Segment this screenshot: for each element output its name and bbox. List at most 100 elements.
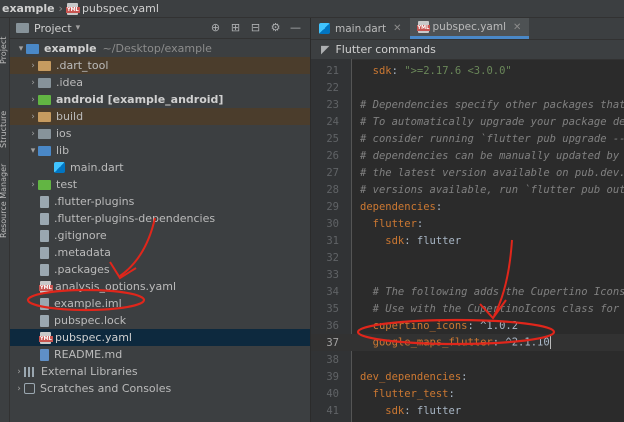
code-text: # the latest version available on pub.de… — [360, 166, 624, 179]
code-line[interactable]: 31 sdk: flutter — [311, 232, 624, 249]
code-line[interactable]: 34 # The following adds the Cupertino Ic… — [311, 283, 624, 300]
chevron-right-icon[interactable]: › — [28, 180, 38, 190]
code-line[interactable]: 30 flutter: — [311, 215, 624, 232]
tree-item-main-dart[interactable]: main.dart — [10, 159, 310, 176]
tree-item-root[interactable]: ▾ example ~/Desktop/example — [10, 40, 310, 57]
folder-icon — [38, 128, 51, 139]
tree-item-label: README.md — [54, 348, 123, 361]
yaml-file-icon — [39, 331, 53, 344]
hide-icon[interactable]: — — [289, 21, 302, 34]
project-panel-header: Project ▾ ⊕ ⊞ ⊟ ⚙ — — [10, 18, 310, 39]
close-icon[interactable]: ✕ — [393, 23, 401, 34]
tree-item-label: Scratches and Consoles — [40, 382, 172, 395]
chevron-right-icon[interactable]: › — [28, 129, 38, 139]
text-caret — [549, 336, 551, 349]
tree-item-flutter-plugins-dependencies[interactable]: .flutter-plugins-dependencies — [10, 210, 310, 227]
collapse-all-icon[interactable]: ⊟ — [249, 21, 262, 34]
file-icon — [40, 195, 49, 208]
tool-tab-resource-manager[interactable]: Resource Manager — [0, 153, 10, 238]
tab-pubspec-yaml[interactable]: pubspec.yaml ✕ — [409, 18, 530, 39]
code-line[interactable]: 24 # To automatically upgrade your packag… — [311, 113, 624, 130]
code-line[interactable]: 22 — [311, 79, 624, 96]
code-line[interactable]: 39 dev_dependencies: — [311, 368, 624, 385]
code-line[interactable]: 40 flutter_test: — [311, 385, 624, 402]
tree-item-android[interactable]: › android [example_android] — [10, 91, 310, 108]
tree-item-label: External Libraries — [41, 365, 138, 378]
tool-tab-project[interactable]: Project — [0, 22, 10, 64]
project-panel-title: Project — [34, 21, 72, 35]
breadcrumb-project[interactable]: example — [2, 2, 55, 15]
tree-item-label: pubspec.yaml — [55, 331, 132, 344]
code-line[interactable]: 32 — [311, 249, 624, 266]
tree-item-pubspec-yaml[interactable]: pubspec.yaml — [10, 329, 310, 346]
tab-main-dart[interactable]: main.dart ✕ — [311, 18, 410, 39]
chevron-down-icon[interactable]: ▾ — [16, 44, 26, 54]
close-icon[interactable]: ✕ — [513, 22, 521, 33]
tool-tab-structure[interactable]: Structure — [0, 98, 10, 148]
code-line[interactable]: 23 # Dependencies specify other packages … — [311, 96, 624, 113]
code-line[interactable]: 26 # dependencies can be manually updated… — [311, 147, 624, 164]
tree-item-packages[interactable]: .packages — [10, 261, 310, 278]
tree-item-lib[interactable]: ▾ lib — [10, 142, 310, 159]
tree-item-label: .packages — [54, 263, 110, 276]
code-line[interactable]: 29 dependencies: — [311, 198, 624, 215]
folder-icon — [38, 179, 51, 190]
code-line[interactable]: 37 google_maps_flutter: ^2.1.10 — [311, 334, 624, 351]
folder-icon — [38, 60, 51, 71]
chevron-right-icon[interactable]: › — [14, 367, 24, 377]
line-number: 24 — [326, 115, 339, 128]
chevron-right-icon[interactable]: › — [28, 95, 38, 105]
code-line[interactable]: 38 — [311, 351, 624, 368]
tree-item-gitignore[interactable]: .gitignore — [10, 227, 310, 244]
gear-icon[interactable]: ⚙ — [269, 21, 282, 34]
tree-item-dart-tool[interactable]: › .dart_tool — [10, 57, 310, 74]
tree-item-idea[interactable]: › .idea — [10, 74, 310, 91]
expand-all-icon[interactable]: ⊞ — [229, 21, 242, 34]
locate-icon[interactable]: ⊕ — [209, 21, 222, 34]
tree-item-pubspec-lock[interactable]: pubspec.lock — [10, 312, 310, 329]
line-number: 22 — [326, 81, 339, 94]
file-icon — [40, 263, 49, 276]
tree-item-readme[interactable]: README.md — [10, 346, 310, 363]
tree-item-scratches[interactable]: › Scratches and Consoles — [10, 380, 310, 397]
chevron-right-icon[interactable]: › — [28, 61, 38, 71]
tree-item-external-libraries[interactable]: › External Libraries — [10, 363, 310, 380]
tree-item-analysis-options[interactable]: analysis_options.yaml — [10, 278, 310, 295]
tree-item-label: example.iml — [54, 297, 122, 310]
chevron-right-icon[interactable]: › — [14, 384, 24, 394]
chevron-right-icon[interactable]: › — [28, 112, 38, 122]
flutter-module-icon — [26, 43, 39, 54]
line-number: 26 — [326, 149, 339, 162]
flutter-commands-bar[interactable]: ◤ Flutter commands — [311, 40, 624, 60]
tree-item-example-iml[interactable]: example.iml — [10, 295, 310, 312]
code-editor[interactable]: 21 sdk: ">=2.17.6 <3.0.0" 22 23 # Dependenc… — [311, 59, 624, 422]
code-text: # consider running `flutter pub upgrade … — [360, 132, 624, 145]
code-line[interactable]: 41 sdk: flutter — [311, 402, 624, 419]
breadcrumb-file[interactable]: pubspec.yaml — [65, 2, 159, 15]
code-line[interactable]: 36 cupertino_icons: ^1.0.2 — [311, 317, 624, 334]
folder-icon — [38, 94, 51, 105]
tree-item-ios[interactable]: › ios — [10, 125, 310, 142]
code-text: # dependencies can be manually updated b… — [360, 149, 624, 162]
code-line[interactable]: 25 # consider running `flutter pub upgrad… — [311, 130, 624, 147]
line-number: 30 — [326, 217, 339, 230]
code-line[interactable]: 35 # Use with the CupertinoIcons class f… — [311, 300, 624, 317]
tree-item-metadata[interactable]: .metadata — [10, 244, 310, 261]
project-view-selector[interactable]: Project ▾ — [16, 22, 80, 35]
yaml-file-icon — [416, 21, 431, 33]
code-line[interactable]: 33 — [311, 266, 624, 283]
tree-item-build[interactable]: › build — [10, 108, 310, 125]
folder-icon — [38, 77, 51, 88]
breadcrumb-separator: › — [58, 2, 63, 15]
chevron-right-icon[interactable]: › — [28, 78, 38, 88]
code-line[interactable]: 28 # versions available, run `flutter pub… — [311, 181, 624, 198]
chevron-down-icon[interactable]: ▾ — [28, 146, 38, 156]
line-number: 33 — [326, 268, 339, 281]
folder-icon — [38, 145, 51, 156]
code-line[interactable]: 21 sdk: ">=2.17.6 <3.0.0" — [311, 62, 624, 79]
tree-item-test[interactable]: › test — [10, 176, 310, 193]
code-line[interactable]: 27 # the latest version available on pub.… — [311, 164, 624, 181]
tree-item-flutter-plugins[interactable]: .flutter-plugins — [10, 193, 310, 210]
line-number: 37 — [326, 336, 339, 349]
code-text: flutter: — [360, 217, 424, 230]
